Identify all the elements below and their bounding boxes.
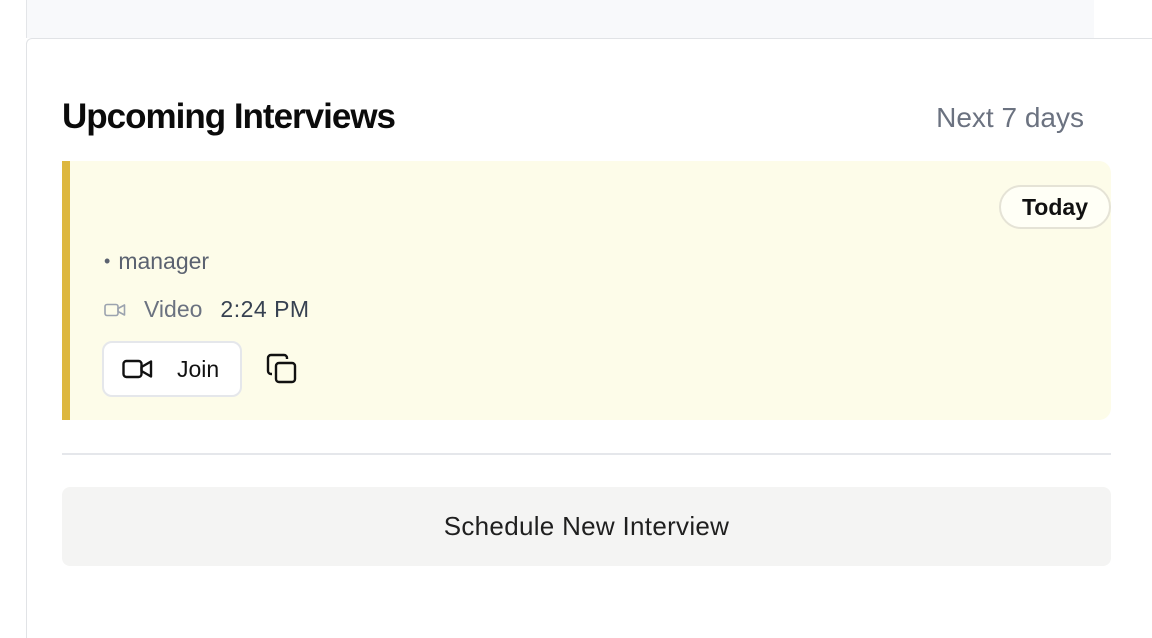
copy-icon: [266, 353, 298, 385]
schedule-new-interview-button[interactable]: Schedule New Interview: [62, 487, 1111, 566]
date-range-label: Next 7 days: [936, 102, 1084, 133]
video-camera-icon: [104, 302, 126, 318]
meeting-type: Video: [144, 296, 203, 322]
join-button[interactable]: Join: [102, 341, 242, 397]
previous-panel-strip: [26, 0, 1094, 38]
role-label: manager: [118, 248, 210, 274]
section-divider: [62, 453, 1111, 455]
meeting-time: 2:24 PM: [220, 296, 310, 322]
join-label: Join: [177, 355, 220, 382]
section-title: Upcoming Interviews: [62, 97, 396, 136]
interview-meta: Video 2:24 PM: [104, 296, 310, 323]
video-camera-icon: [122, 358, 153, 380]
upcoming-interviews-card: Upcoming Interviews Next 7 days Today • …: [26, 38, 1152, 638]
role-bullet: •: [104, 251, 111, 271]
interview-item: Today • manager Video 2:24 PM Join: [62, 161, 1111, 420]
copy-link-button[interactable]: [264, 351, 300, 387]
interview-role: • manager: [104, 248, 209, 275]
today-badge: Today: [998, 185, 1111, 229]
